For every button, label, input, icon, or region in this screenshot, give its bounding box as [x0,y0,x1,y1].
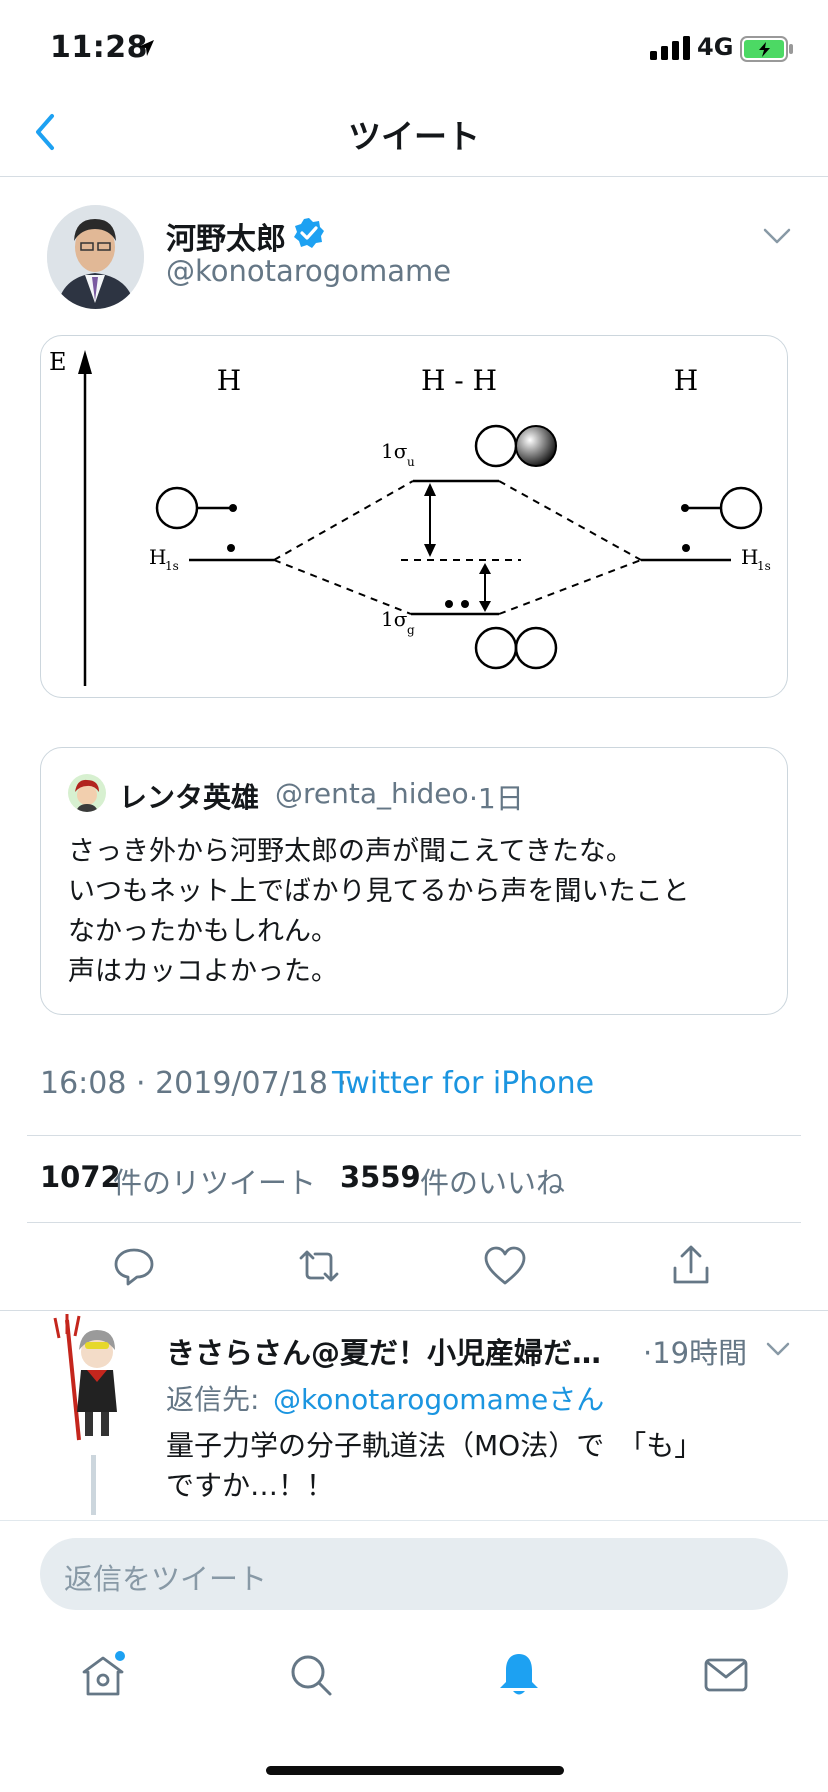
messages-mail-icon[interactable] [701,1650,751,1700]
like-count[interactable]: 3559 [340,1160,421,1194]
meta-divider [27,1135,801,1136]
reply-icon[interactable] [110,1242,158,1290]
bonding-label: 1σ [381,607,408,631]
left-level-sub: 1s [165,559,179,573]
reply-text-line: ですか…！！ [166,1469,335,1502]
reply-time: ·19時間 [643,1336,748,1370]
notifications-bell-icon[interactable] [494,1650,544,1700]
reply-composer-placeholder[interactable]: 返信をツイート [64,1556,267,1598]
retweet-count-label[interactable]: 件のリツイート [113,1160,316,1202]
search-icon[interactable] [286,1650,336,1700]
like-count-label[interactable]: 件のいいね [420,1160,565,1202]
signal-icon [650,36,690,60]
quote-text-line: さっき外から河野太郎の声が聞こえてきたな。 [68,836,633,867]
antibonding-sub: u [407,455,415,469]
axis-arrow-icon [78,350,92,374]
tweet-image[interactable]: E H H - H H H 1s H 1s 1σ u 1σ g [40,335,788,698]
page-title: ツイート [348,117,480,156]
tweet-source-link[interactable]: Twitter for iPhone [332,1066,594,1101]
axis-label: E [49,348,67,376]
left-level-label: H [149,545,166,569]
author-avatar[interactable] [47,205,144,309]
reply-to-user-link[interactable]: @konotarogomameさん [273,1378,604,1418]
antibonding-label: 1σ [381,439,408,463]
actions-divider [0,1310,828,1311]
quoted-tweet[interactable]: レンタ英雄 @renta_hideo ·1日 さっき外から河野太郎の声が聞こえて… [40,747,788,1015]
reply-text-line: 量子力学の分子軌道法（MO法）で 「も」 [166,1429,703,1462]
quote-text-line: いつもネット上でばかり見てるから声を聞いたこと [68,876,690,907]
share-icon[interactable] [667,1242,715,1290]
status-time: 11:28 [50,30,148,65]
quote-author-name[interactable]: レンタ英雄 [119,776,259,816]
reply-author-avatar[interactable] [45,1312,130,1442]
verified-badge-icon [294,218,324,248]
author-handle[interactable]: @konotarogomame [166,254,451,288]
quote-text-line: 声はカッコよかった。 [68,956,338,987]
right-level-sub: 1s [757,559,771,573]
quote-author-handle[interactable]: @renta_hideo [275,777,469,810]
right-level-label: H [741,545,758,569]
counts-divider [27,1222,801,1223]
center-header: H - H [421,364,497,397]
quote-time: ·1日 [469,782,524,815]
quote-text-line: なかったかもしれん。 [68,916,338,947]
author-name[interactable]: 河野太郎 [166,214,286,258]
header-divider [0,176,828,177]
home-indicator [266,1766,564,1775]
location-arrow-icon [138,40,154,56]
home-icon[interactable] [78,1650,128,1700]
reply-to-label: 返信先: [166,1383,260,1416]
retweet-count[interactable]: 1072 [40,1160,121,1194]
left-header: H [217,364,241,397]
chevron-down-icon[interactable] [762,226,792,246]
quote-avatar[interactable] [68,774,106,812]
right-orbital [719,486,763,530]
thread-line [91,1455,96,1515]
retweet-icon[interactable] [295,1242,343,1290]
like-heart-icon[interactable] [481,1242,529,1290]
bonding-sub: g [407,623,415,637]
network-type: 4G [697,33,734,61]
right-header: H [674,364,698,397]
reply-author-name[interactable]: きさらさん@夏だ！小児産婦だ… [166,1330,601,1372]
tweet-timestamp: 16:08 · 2019/07/18 · [40,1066,348,1101]
battery-icon [740,36,793,62]
left-orbital [155,486,199,530]
reply-chevron-down-icon[interactable] [765,1340,791,1358]
